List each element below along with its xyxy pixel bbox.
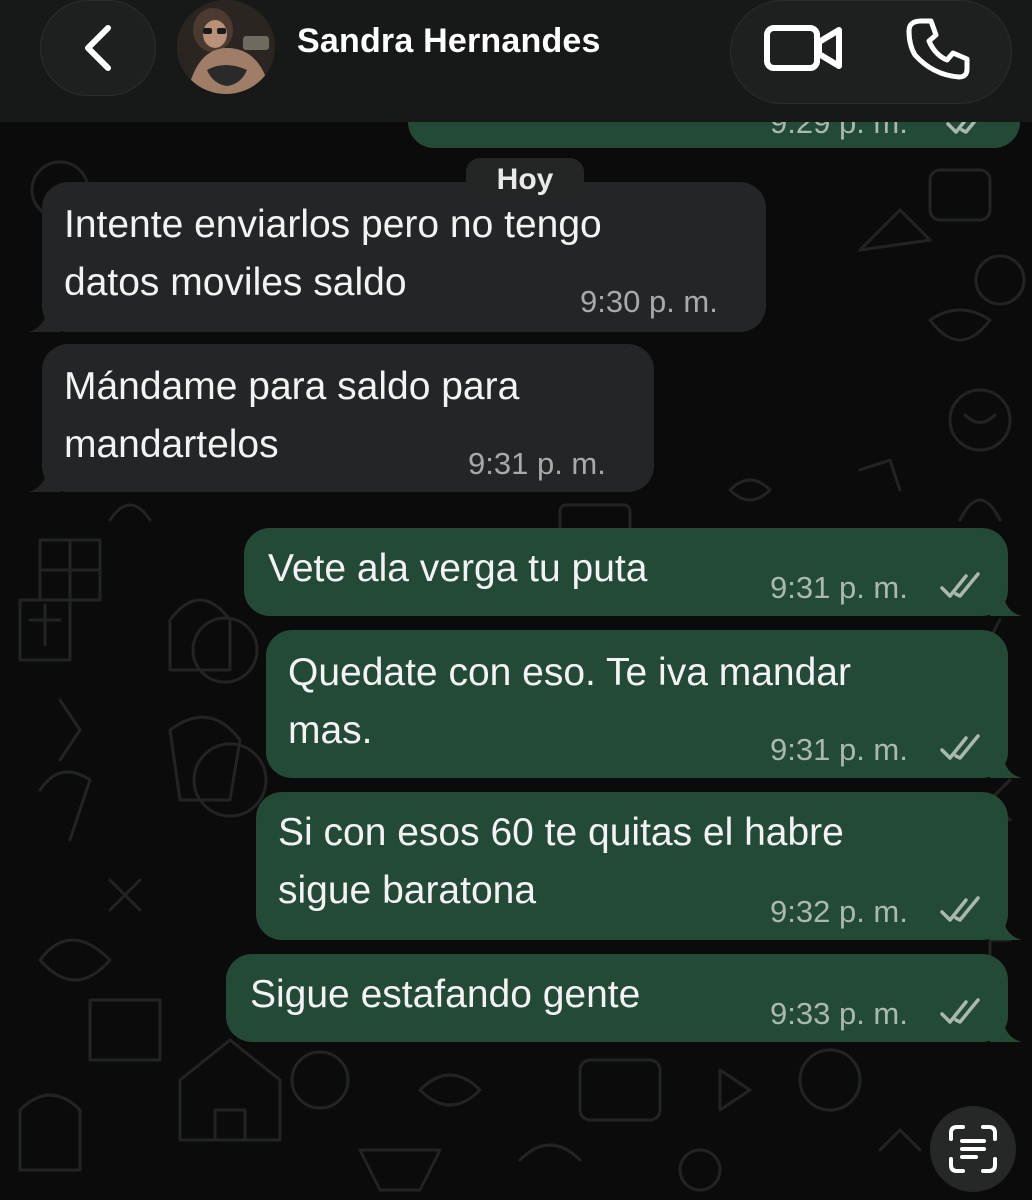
message-text-line: Sigue estafando gente <box>250 973 641 1016</box>
message-time: 9:32 p. m. <box>770 894 908 929</box>
message-bubble-incoming[interactable]: Intente enviarlos pero no tengo datos mo… <box>28 182 766 332</box>
bubble-tail <box>990 588 1022 616</box>
message-text-line: Si con esos 60 te quitas el habre <box>278 811 844 854</box>
bubble-tail <box>990 1014 1022 1042</box>
message-bubble-outgoing[interactable]: Sigue estafando gente 9:33 p. m. <box>226 954 1022 1042</box>
contact-name[interactable]: Sandra Hernandes <box>297 22 601 61</box>
message-bubble-outgoing[interactable]: Si con esos 60 te quitas el habre sigue … <box>256 792 1022 940</box>
double-check-icon <box>940 896 980 922</box>
message-time: 9:33 p. m. <box>770 996 908 1031</box>
date-separator: Hoy <box>466 158 584 202</box>
message-text-line: sigue baratona <box>278 869 537 912</box>
message-text-line: Quedate con eso. Te iva mandar <box>288 651 851 694</box>
message-bubble-incoming[interactable]: Mándame para saldo para mandartelos 9:31… <box>28 344 654 492</box>
bubble-tail <box>28 464 60 492</box>
message-time: 9:31 p. m. <box>468 446 606 481</box>
bubble-tail <box>990 912 1022 940</box>
bubble-tail <box>28 304 60 332</box>
message-time: 9:30 p. m. <box>580 284 718 319</box>
double-check-icon <box>940 998 980 1024</box>
message-text-line: mandartelos <box>64 423 279 466</box>
back-button[interactable] <box>40 0 156 96</box>
contact-avatar[interactable] <box>177 0 275 94</box>
message-text-line: mas. <box>288 709 373 752</box>
double-check-icon <box>940 572 980 598</box>
live-text-scan-button[interactable] <box>930 1106 1016 1192</box>
live-text-scan-icon <box>949 1125 997 1173</box>
avatar-photo <box>177 0 275 94</box>
message-text-line: Intente enviarlos pero no tengo <box>64 203 602 246</box>
message-time: 9:31 p. m. <box>770 732 908 767</box>
chat-header: Sandra Hernandes <box>0 0 1032 122</box>
chevron-left-icon <box>85 25 111 71</box>
message-text-line: Mándame para saldo para <box>64 365 520 408</box>
message-text-line: Vete ala verga tu puta <box>268 547 648 590</box>
message-time: 9:31 p. m. <box>770 570 908 605</box>
video-call-button[interactable] <box>758 16 848 80</box>
message-bubble-outgoing[interactable]: Quedate con eso. Te iva mandar mas. 9:31… <box>266 630 1022 778</box>
call-buttons-group <box>730 0 1012 104</box>
video-camera-icon <box>764 25 842 71</box>
message-bubble-outgoing[interactable]: Vete ala verga tu puta 9:31 p. m. <box>244 528 1022 616</box>
voice-call-button[interactable] <box>898 12 978 84</box>
phone-icon <box>906 18 970 80</box>
message-text-line: datos moviles saldo <box>64 261 407 304</box>
double-check-icon <box>940 734 980 760</box>
bubble-tail <box>990 750 1022 778</box>
